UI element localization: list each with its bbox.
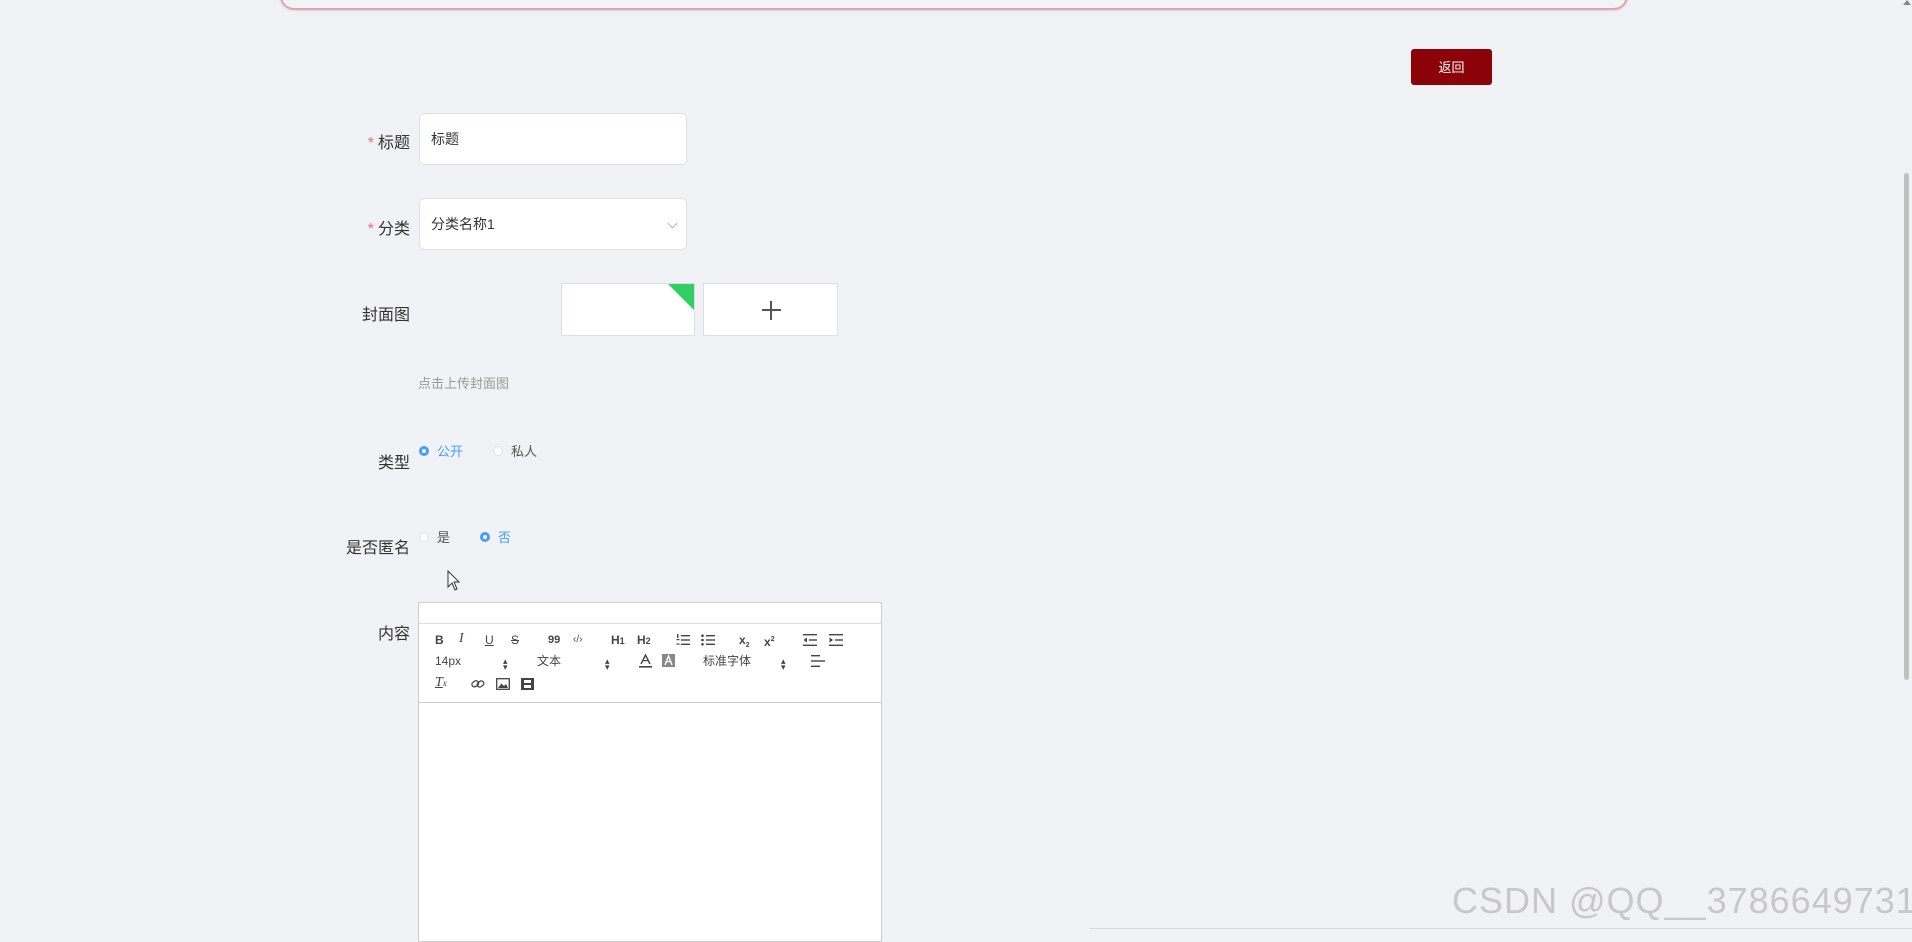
radio-unchecked-icon bbox=[419, 531, 429, 542]
chevron-updown-icon: ▾ bbox=[503, 662, 508, 672]
radio-unchecked-icon bbox=[493, 445, 503, 456]
align-left-icon[interactable] bbox=[811, 655, 825, 667]
blockquote-button[interactable]: 99 bbox=[548, 633, 560, 647]
bullet-list-icon[interactable] bbox=[701, 634, 715, 646]
radio-checked-icon bbox=[480, 531, 490, 542]
success-corner-badge bbox=[668, 284, 694, 310]
font-size-value: 14px bbox=[435, 654, 462, 668]
top-banner bbox=[280, 0, 1628, 10]
header2-button[interactable]: H2 bbox=[637, 633, 651, 648]
type-option-public-label: 公开 bbox=[437, 444, 464, 459]
header1-letter: H bbox=[611, 633, 620, 647]
cover-hint: 点击上传封面图 bbox=[418, 376, 510, 391]
type-radio-public[interactable]: 公开 bbox=[419, 441, 463, 460]
font-size-select[interactable]: 14px bbox=[435, 654, 461, 668]
header1-level: 1 bbox=[619, 636, 625, 646]
category-label-text: 分类 bbox=[377, 221, 410, 238]
scroll-up-arrow-icon[interactable] bbox=[1903, 0, 1911, 5]
clean-format-mark: x bbox=[442, 678, 447, 688]
type-option-private-label: 私人 bbox=[511, 444, 538, 459]
underline-button[interactable]: U bbox=[485, 633, 494, 647]
ordered-list-icon[interactable] bbox=[676, 634, 690, 646]
clean-format-letter: T bbox=[435, 675, 443, 690]
cover-image-preview[interactable] bbox=[561, 283, 695, 336]
cover-upload-button[interactable] bbox=[703, 283, 838, 336]
anonymous-option-no-label: 否 bbox=[498, 530, 512, 545]
subscript-button[interactable]: x2 bbox=[739, 633, 750, 653]
title-label: * 标题 bbox=[368, 129, 410, 153]
editor-top-bar bbox=[419, 603, 881, 624]
editor-toolbar: B I U S 99 ‹/› H1 H2 x2 x2 14px ▴ ▾ 文本 ▴ bbox=[419, 624, 881, 703]
rich-text-editor: B I U S 99 ‹/› H1 H2 x2 x2 14px ▴ ▾ 文本 ▴ bbox=[418, 602, 882, 942]
image-icon[interactable] bbox=[496, 678, 510, 690]
header1-button[interactable]: H1 bbox=[611, 633, 625, 648]
back-button[interactable]: 返回 bbox=[1411, 49, 1492, 85]
bottom-divider bbox=[1090, 928, 1912, 929]
video-icon[interactable] bbox=[521, 678, 534, 690]
page-scrollbar[interactable] bbox=[1904, 173, 1909, 680]
type-label: 类型 bbox=[377, 455, 410, 472]
chevron-updown-icon: ▾ bbox=[781, 662, 786, 672]
category-select[interactable]: 分类名称1 bbox=[419, 198, 687, 250]
required-mark: * bbox=[367, 135, 374, 152]
subscript-letter: x bbox=[739, 633, 746, 647]
title-input[interactable]: 标题 bbox=[419, 113, 687, 165]
italic-button[interactable]: I bbox=[459, 632, 464, 646]
superscript-letter: x bbox=[764, 635, 771, 649]
type-radio-private[interactable]: 私人 bbox=[493, 441, 537, 460]
anonymous-label: 是否匿名 bbox=[345, 540, 410, 557]
cover-label: 封面图 bbox=[361, 307, 410, 324]
background-color-icon[interactable] bbox=[662, 654, 675, 668]
indent-icon[interactable] bbox=[829, 634, 843, 646]
code-block-button[interactable]: ‹/› bbox=[573, 633, 582, 647]
title-label-text: 标题 bbox=[377, 135, 410, 152]
clean-format-button[interactable]: Tx bbox=[435, 676, 447, 690]
subscript-mark: 2 bbox=[745, 642, 750, 649]
link-icon[interactable] bbox=[471, 678, 485, 690]
anonymous-radio-yes[interactable]: 是 bbox=[419, 527, 450, 546]
outdent-icon[interactable] bbox=[803, 634, 817, 646]
superscript-button[interactable]: x2 bbox=[764, 633, 775, 649]
bold-button[interactable]: B bbox=[435, 633, 444, 647]
content-label: 内容 bbox=[377, 626, 410, 643]
header2-level: 2 bbox=[645, 636, 651, 646]
required-mark: * bbox=[367, 221, 374, 238]
text-color-icon[interactable] bbox=[639, 654, 652, 668]
category-label: * 分类 bbox=[368, 215, 410, 239]
header-select-value: 文本 bbox=[537, 654, 562, 668]
superscript-mark: 2 bbox=[770, 636, 775, 643]
title-input-value: 标题 bbox=[431, 131, 459, 147]
anonymous-option-yes-label: 是 bbox=[437, 530, 451, 545]
anonymous-radio-no[interactable]: 否 bbox=[480, 527, 511, 546]
strike-button[interactable]: S bbox=[511, 633, 519, 647]
radio-checked-icon bbox=[419, 445, 429, 456]
watermark: CSDN @QQ__3786649731 bbox=[1452, 880, 1912, 921]
chevron-down-icon bbox=[667, 218, 678, 229]
header-select[interactable]: 文本 bbox=[537, 654, 561, 668]
header2-letter: H bbox=[637, 633, 646, 647]
chevron-updown-icon: ▾ bbox=[605, 662, 610, 672]
font-family-value: 标准字体 bbox=[703, 654, 752, 668]
font-family-select[interactable]: 标准字体 bbox=[703, 654, 751, 668]
mouse-cursor-icon bbox=[447, 570, 461, 591]
editor-content-area[interactable] bbox=[419, 703, 881, 923]
category-select-value: 分类名称1 bbox=[431, 216, 495, 232]
